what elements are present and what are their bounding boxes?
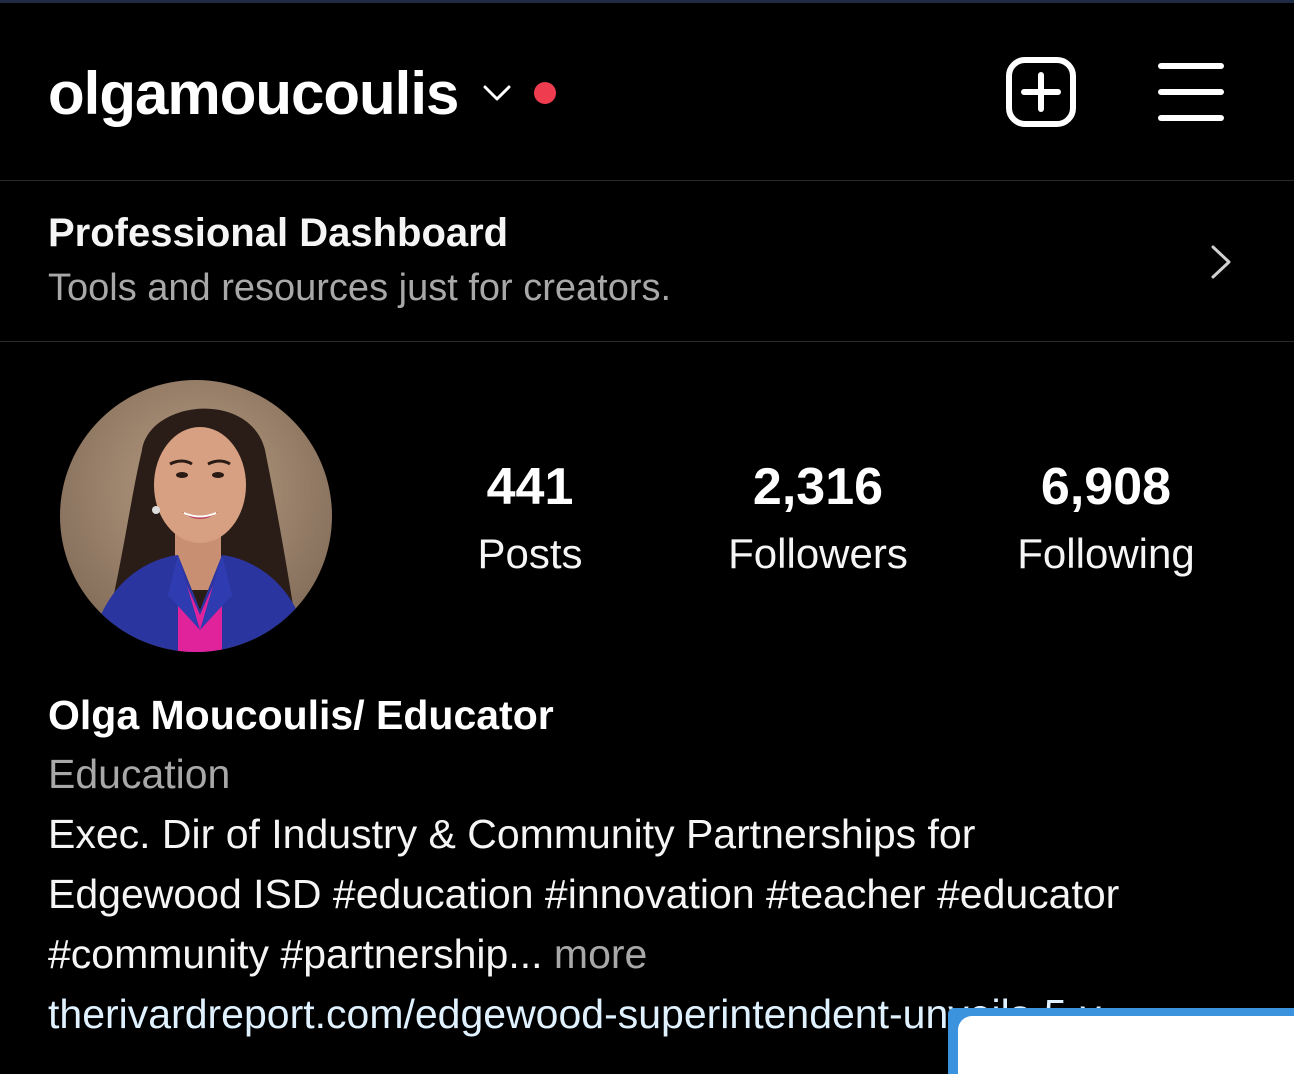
posts-label: Posts (477, 530, 583, 577)
followers-stat[interactable]: 2,316 Followers (712, 452, 924, 586)
following-label: Following (1017, 530, 1195, 577)
bio-line-1: Exec. Dir of Industry & Community Partne… (48, 811, 976, 857)
chevron-down-icon[interactable] (482, 83, 512, 103)
notification-dot (534, 82, 557, 104)
bio-line-3-text: #community #partnership... (48, 931, 543, 977)
display-name: Olga Moucoulis/ Educator (48, 692, 554, 738)
profile-bio: Olga Moucoulis/ Educator Education Exec.… (48, 686, 1248, 1044)
following-stat[interactable]: 6,908 Following (1000, 452, 1212, 586)
new-post-icon[interactable] (1005, 56, 1077, 128)
account-switcher[interactable]: olgamoucoulis (48, 58, 557, 128)
following-count: 6,908 (1040, 458, 1172, 516)
followers-label: Followers (728, 530, 908, 577)
avatar-photo (60, 380, 332, 652)
posts-count: 441 (486, 458, 574, 516)
profile-header: olgamoucoulis (0, 0, 1294, 181)
dashboard-subtitle: Tools and resources just for creators. (48, 267, 672, 309)
overlay-panel (958, 1016, 1294, 1074)
posts-stat[interactable]: 441 Posts (460, 452, 600, 586)
chevron-right-icon (1211, 245, 1231, 279)
followers-count: 2,316 (752, 458, 884, 516)
profile-avatar[interactable] (60, 380, 332, 652)
category-label: Education (48, 751, 231, 797)
bio-line-3: #community #partnership... more (48, 924, 1248, 984)
hamburger-menu-icon[interactable] (1158, 60, 1224, 124)
username[interactable]: olgamoucoulis (48, 59, 459, 128)
dashboard-title: Professional Dashboard (48, 211, 509, 255)
professional-dashboard-row[interactable]: Professional Dashboard Tools and resourc… (0, 181, 1294, 342)
more-link[interactable]: more (554, 931, 647, 977)
bio-line-2: Edgewood ISD #education #innovation #tea… (48, 871, 1120, 917)
